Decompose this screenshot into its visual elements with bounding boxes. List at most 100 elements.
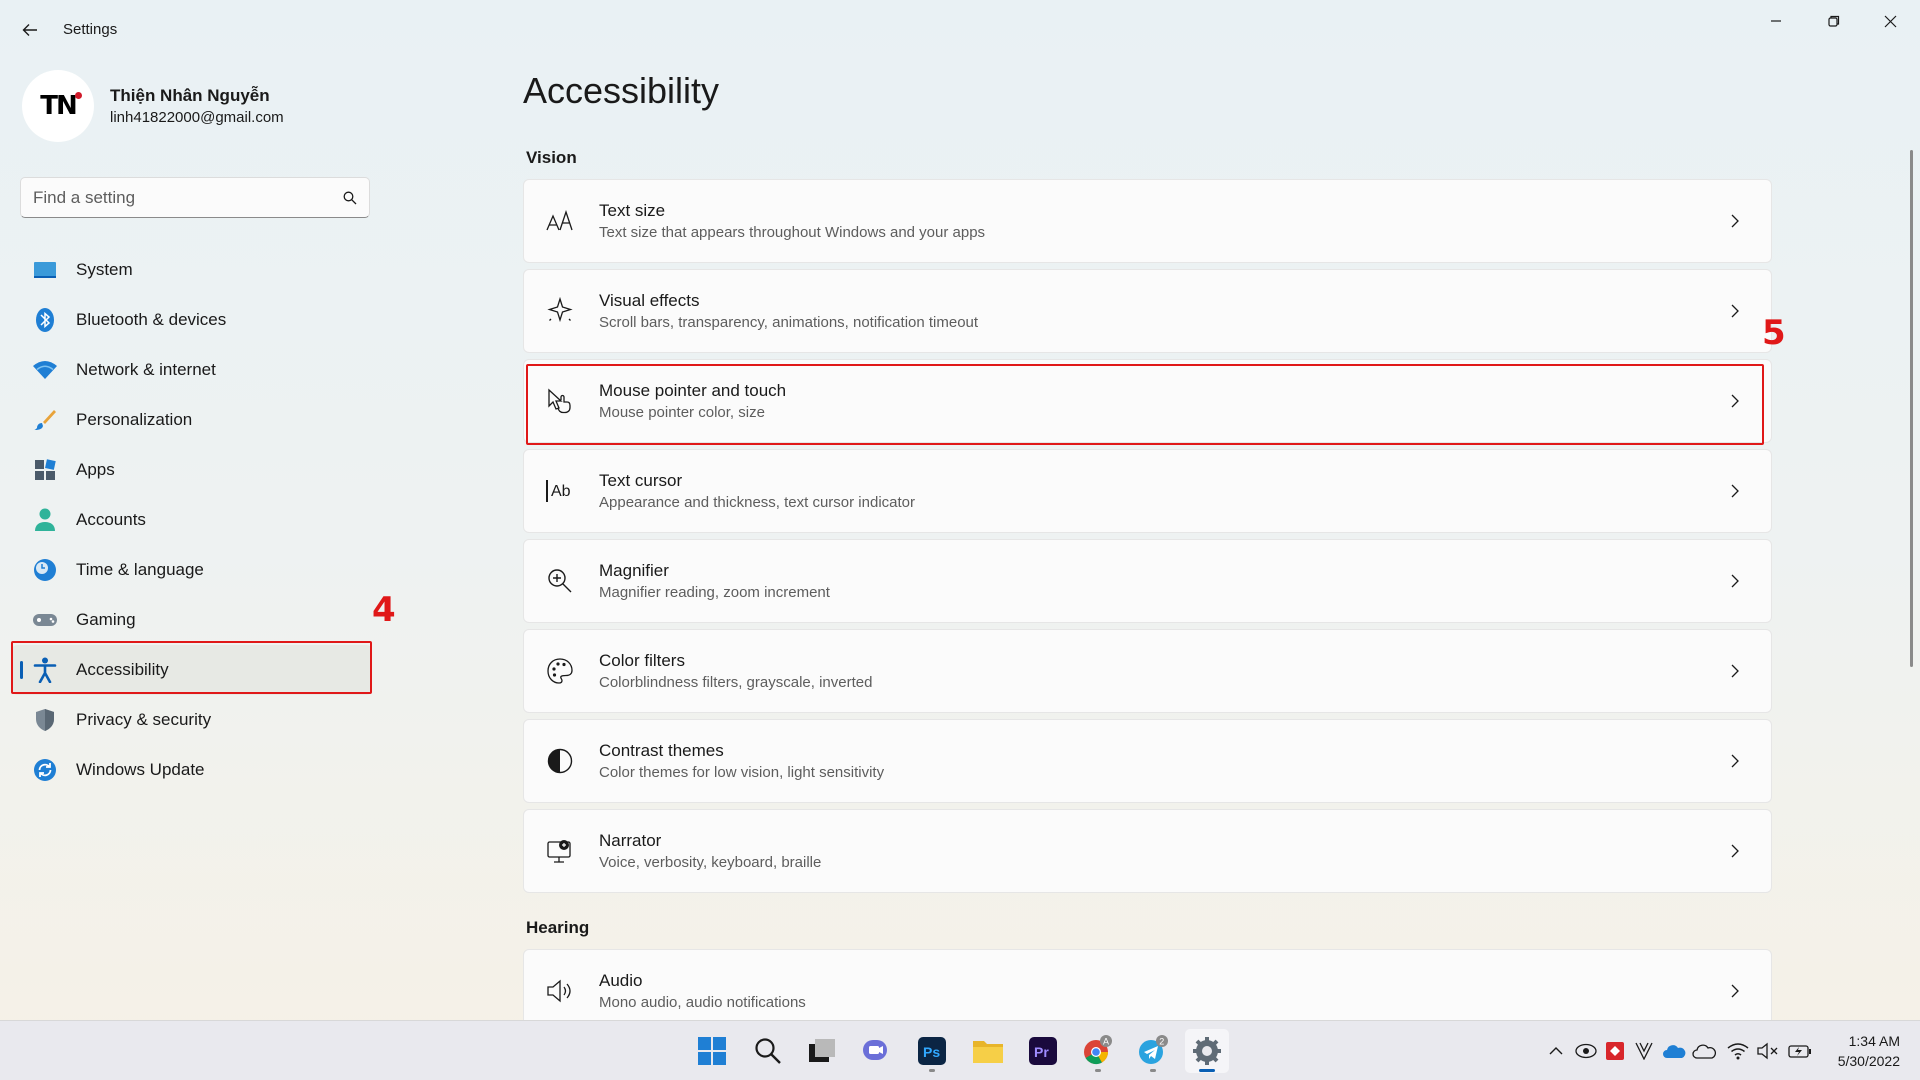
tray-wifi[interactable] [1726, 1039, 1750, 1063]
card-title: Narrator [599, 831, 662, 850]
restore-icon [1828, 15, 1840, 27]
tray-cloud[interactable] [1692, 1039, 1716, 1063]
sidebar-item-label: Gaming [76, 610, 136, 629]
annotation-box-step-5 [526, 364, 1764, 445]
search-input[interactable] [33, 187, 343, 208]
show-hidden-icons-button[interactable] [1544, 1039, 1568, 1063]
user-profile[interactable]: TN Thiện Nhân Nguyễn linh41822000@gmail.… [22, 70, 284, 142]
card-subtitle: Appearance and thickness, text cursor in… [599, 494, 916, 511]
setting-card-visual-effects[interactable]: Visual effects Scroll bars, transparency,… [523, 269, 1772, 353]
sidebar-item-label: Privacy & security [76, 710, 212, 729]
sidebar-item-system[interactable]: System [12, 245, 372, 295]
setting-card-text-size[interactable]: Text size Text size that appears througho… [523, 179, 1772, 263]
card-title: Visual effects [599, 291, 700, 310]
back-arrow-icon [22, 24, 37, 36]
eye-icon [1575, 1043, 1597, 1059]
scrollbar[interactable] [1910, 150, 1913, 667]
premiere-label: Pr [1034, 1044, 1049, 1060]
sidebar-item-label: Windows Update [76, 760, 205, 779]
close-button[interactable] [1862, 6, 1918, 36]
brush-icon [32, 407, 58, 433]
contrast-icon [545, 746, 575, 776]
chevron-up-icon [1549, 1047, 1563, 1055]
chat-button[interactable] [854, 1029, 898, 1073]
chrome-app[interactable]: A [1076, 1029, 1120, 1073]
file-explorer-app[interactable] [966, 1029, 1010, 1073]
profile-email: linh41822000@gmail.com [110, 109, 284, 126]
sidebar-item-privacy-security[interactable]: Privacy & security [12, 695, 372, 745]
running-indicator [929, 1069, 935, 1072]
close-icon [1884, 15, 1896, 27]
card-title: Text size [599, 201, 666, 220]
shield-icon [32, 707, 58, 733]
sidebar-item-personalization[interactable]: Personalization [12, 395, 372, 445]
tray-battery[interactable] [1788, 1039, 1812, 1063]
tray-volume-muted[interactable] [1756, 1039, 1780, 1063]
sidebar-item-label: Accounts [76, 510, 146, 529]
system-clock[interactable]: 1:34 AM 5/30/2022 [1838, 1031, 1900, 1071]
tray-eye-app[interactable] [1574, 1039, 1598, 1063]
palette-icon [545, 656, 575, 686]
running-indicator [1095, 1069, 1101, 1072]
annotation-box-step-4 [11, 641, 372, 694]
sidebar-item-label: System [76, 260, 133, 279]
chrome-icon: A [1084, 1035, 1112, 1065]
battery-charging-icon [1788, 1045, 1811, 1058]
update-icon [32, 757, 58, 783]
system-icon [32, 257, 58, 283]
avatar-dot [75, 92, 82, 99]
setting-card-color-filters[interactable]: Color filters Colorblindness filters, gra… [523, 629, 1772, 713]
tray-v-app[interactable] [1632, 1039, 1656, 1063]
card-title: Audio [599, 971, 643, 990]
sidebar-item-gaming[interactable]: Gaming [12, 595, 372, 645]
setting-card-magnifier[interactable]: Magnifier Magnifier reading, zoom increme… [523, 539, 1772, 623]
sidebar-item-apps[interactable]: Apps [12, 445, 372, 495]
search-box[interactable] [20, 177, 370, 218]
sidebar-item-bluetooth[interactable]: Bluetooth & devices [12, 295, 372, 345]
tray-onedrive[interactable] [1662, 1039, 1686, 1063]
sidebar-item-network[interactable]: Network & internet [12, 345, 372, 395]
back-button[interactable] [18, 18, 42, 42]
section-label-vision: Vision [526, 148, 577, 167]
section-label-hearing: Hearing [526, 918, 590, 937]
photoshop-label: Ps [923, 1044, 940, 1060]
avatar-initials: TN [40, 91, 77, 121]
task-view-button[interactable] [800, 1029, 844, 1073]
sidebar-nav: System Bluetooth & devices Network & int… [12, 245, 372, 795]
premiere-app[interactable]: Pr [1021, 1029, 1065, 1073]
restore-button[interactable] [1806, 6, 1862, 36]
sidebar-item-time-language[interactable]: Time & language [12, 545, 372, 595]
telegram-icon: 2 [1139, 1035, 1168, 1064]
search-icon [755, 1038, 781, 1064]
setting-card-narrator[interactable]: Narrator Voice, verbosity, keyboard, brai… [523, 809, 1772, 893]
telegram-app[interactable]: 2 [1131, 1029, 1175, 1073]
photoshop-app[interactable]: Ps [910, 1029, 954, 1073]
card-subtitle: Text size that appears throughout Window… [599, 224, 986, 241]
card-subtitle: Colorblindness filters, grayscale, inver… [599, 674, 873, 691]
minimize-button[interactable] [1748, 6, 1804, 36]
settings-app[interactable] [1185, 1029, 1229, 1073]
sidebar-item-windows-update[interactable]: Windows Update [12, 745, 372, 795]
clock-date: 5/30/2022 [1837, 1053, 1900, 1069]
card-subtitle: Magnifier reading, zoom increment [599, 584, 830, 601]
setting-card-text-cursor[interactable]: Ab Text cursor Appearance and thickness, … [523, 449, 1772, 533]
start-button[interactable] [690, 1029, 734, 1073]
chevron-right-icon [1725, 661, 1745, 681]
card-subtitle: Mono audio, audio notifications [599, 994, 806, 1011]
title-bar: Settings [0, 0, 1920, 60]
chevron-right-icon [1725, 841, 1745, 861]
speaker-icon [545, 976, 575, 1006]
bluetooth-icon [32, 307, 58, 333]
text-cursor-icon: Ab [545, 476, 575, 506]
taskbar-search-button[interactable] [746, 1029, 790, 1073]
tray-red-app[interactable] [1603, 1039, 1627, 1063]
setting-card-contrast-themes[interactable]: Contrast themes Color themes for low visi… [523, 719, 1772, 803]
avatar[interactable]: TN [22, 70, 94, 142]
ultraview-icon [1606, 1042, 1624, 1060]
wifi-icon [1727, 1043, 1749, 1060]
chat-icon [863, 1040, 887, 1060]
magnifier-icon [545, 566, 575, 596]
search-icon[interactable] [343, 191, 357, 205]
sidebar-item-accounts[interactable]: Accounts [12, 495, 372, 545]
card-subtitle: Color themes for low vision, light sensi… [599, 764, 885, 781]
